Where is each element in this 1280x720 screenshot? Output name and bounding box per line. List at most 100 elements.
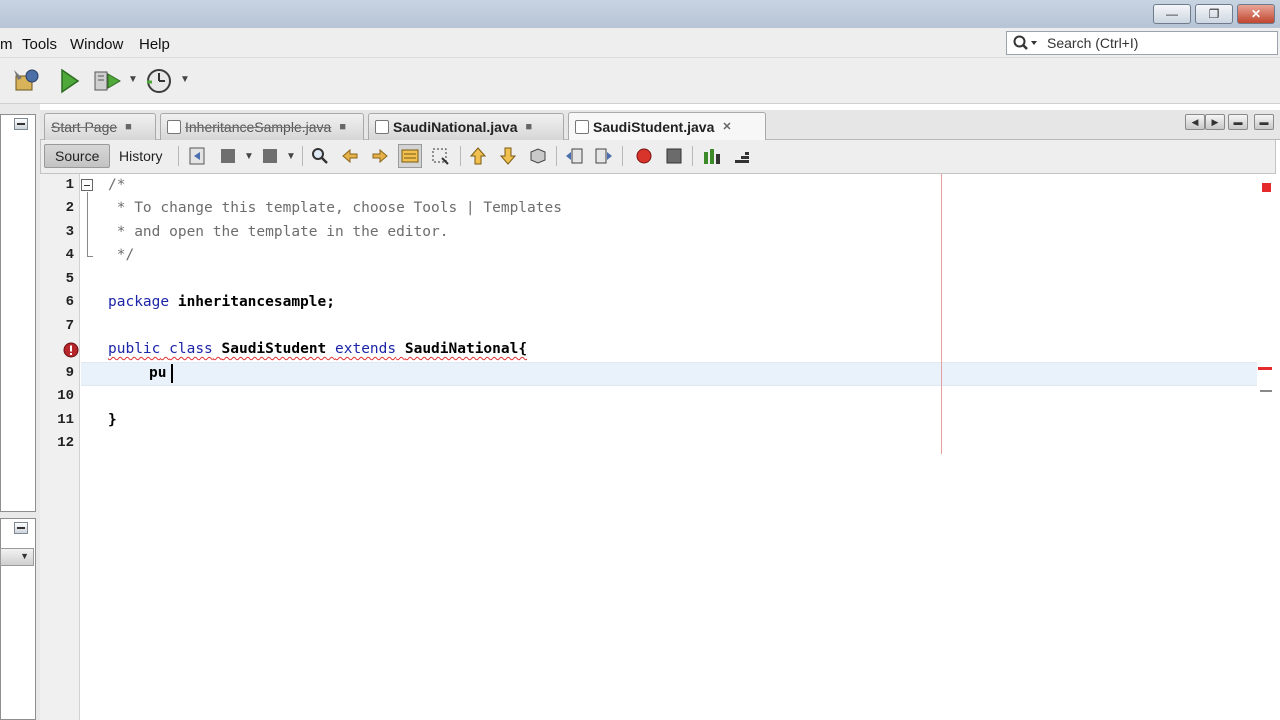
search-field[interactable]: Search (Ctrl+I): [1006, 31, 1278, 55]
navigator-dropdown[interactable]: ▼: [0, 548, 34, 566]
code-line-8: public class SaudiStudent extends SaudiN…: [108, 341, 527, 357]
line-number: 7: [65, 318, 74, 334]
tab-label: SaudiNational.java: [393, 119, 518, 135]
code-line-4: */: [108, 247, 135, 263]
profile-icon[interactable]: [144, 66, 174, 96]
tab-inheritance-sample[interactable]: InheritanceSample.java ■: [160, 113, 364, 140]
code-line-11: }: [108, 412, 117, 428]
uncomment-icon[interactable]: [730, 144, 754, 168]
tab-saudi-student[interactable]: SaudiStudent.java ✕: [568, 112, 766, 140]
debug-dropdown-icon[interactable]: ▼: [128, 74, 138, 85]
minimize-navigator-button[interactable]: [14, 522, 28, 534]
debug-icon[interactable]: [92, 66, 122, 96]
close-tab-icon[interactable]: ■: [339, 121, 346, 133]
close-tab-icon[interactable]: ■: [525, 121, 532, 133]
line-number: 5: [65, 271, 74, 287]
menu-item-window[interactable]: Window: [70, 36, 123, 53]
start-macro-recording-icon[interactable]: [632, 144, 656, 168]
tab-saudi-national[interactable]: SaudiNational.java ■: [368, 113, 564, 140]
forward-icon[interactable]: [258, 144, 282, 168]
line-number: 3: [65, 224, 74, 240]
line-number: 10: [57, 388, 74, 404]
toolbar-separator: [692, 146, 693, 166]
close-tab-icon[interactable]: ✕: [722, 120, 731, 133]
tab-label: Start Page: [51, 119, 118, 135]
search-icon: [1013, 35, 1037, 50]
line-number: 1: [65, 177, 74, 193]
line-number: 12: [57, 435, 74, 451]
fold-collapse-icon[interactable]: [81, 179, 93, 191]
main-toolbar: [0, 58, 1280, 104]
minimize-button[interactable]: —: [1153, 4, 1191, 24]
minimize-pane-button[interactable]: [14, 118, 28, 130]
arrow-right-icon: ▶: [1211, 116, 1219, 127]
code-line-9: pu: [149, 365, 167, 381]
restore-icon: ❐: [1208, 7, 1220, 21]
tab-label: InheritanceSample.java: [185, 119, 332, 135]
comment-icon[interactable]: [700, 144, 724, 168]
error-stripe-mark[interactable]: [1258, 367, 1272, 370]
keyword-extends: extends: [335, 341, 397, 357]
shift-line-left-icon[interactable]: [562, 144, 586, 168]
previous-bookmark-icon[interactable]: [466, 144, 490, 168]
menu-item-partial[interactable]: m: [0, 36, 13, 53]
package-name: inheritancesample;: [169, 294, 335, 310]
chevron-down-icon: ▼: [20, 551, 29, 561]
shift-line-right-icon[interactable]: [592, 144, 616, 168]
build-project-icon[interactable]: [10, 66, 40, 96]
find-selection-icon[interactable]: [308, 144, 332, 168]
next-bookmark-icon[interactable]: [496, 144, 520, 168]
restore-button[interactable]: ❐: [1195, 4, 1233, 24]
error-badge-icon[interactable]: [63, 342, 79, 358]
line-number: 4: [65, 247, 74, 263]
keyword-public: public: [108, 341, 161, 357]
code-editor[interactable]: [40, 174, 1276, 720]
minimize-icon: —: [1166, 7, 1178, 21]
scroll-tabs-right-button[interactable]: ▶: [1205, 114, 1225, 130]
class-name: SaudiStudent: [221, 341, 327, 357]
back-dropdown-icon[interactable]: ▼: [244, 151, 254, 162]
profile-dropdown-icon[interactable]: ▼: [180, 74, 190, 85]
stop-macro-recording-icon[interactable]: [662, 144, 686, 168]
source-view-button[interactable]: Source: [44, 144, 111, 168]
text-caret: [171, 364, 173, 383]
menu-item-tools[interactable]: Tools: [22, 36, 57, 53]
close-tab-icon[interactable]: ■: [125, 121, 132, 133]
window-icon: ▬: [1259, 117, 1269, 127]
find-next-icon[interactable]: [368, 144, 392, 168]
toolbar-separator: [178, 146, 179, 166]
code-line-3: * and open the template in the editor.: [108, 224, 449, 240]
scroll-tabs-left-button[interactable]: ◀: [1185, 114, 1205, 130]
java-file-icon: [167, 120, 181, 134]
error-summary-icon[interactable]: [1262, 183, 1271, 192]
line-number: 2: [65, 200, 74, 216]
keyword-class: class: [169, 341, 213, 357]
back-icon[interactable]: [216, 144, 240, 168]
tab-start-page[interactable]: Start Page ■: [44, 113, 156, 140]
forward-dropdown-icon[interactable]: ▼: [286, 151, 296, 162]
tab-label: SaudiStudent.java: [593, 118, 715, 135]
search-placeholder: Search (Ctrl+I): [1047, 35, 1139, 51]
find-previous-icon[interactable]: [338, 144, 362, 168]
toolbar-separator: [302, 146, 303, 166]
last-edit-icon[interactable]: [186, 144, 210, 168]
fold-end: [87, 256, 93, 257]
java-file-icon: [375, 120, 389, 134]
code-line-2: * To change this template, choose Tools …: [108, 200, 562, 216]
current-line-highlight: [81, 362, 1257, 386]
toolbar-separator: [460, 146, 461, 166]
show-opened-documents-button[interactable]: ▬: [1228, 114, 1248, 130]
list-icon: ▬: [1233, 117, 1243, 127]
fold-guide: [87, 192, 88, 256]
line-number: 6: [65, 294, 74, 310]
toggle-rectangular-selection-icon[interactable]: [428, 144, 452, 168]
run-icon[interactable]: [54, 66, 84, 96]
close-button[interactable]: ✕: [1237, 4, 1275, 24]
history-view-button[interactable]: History: [108, 144, 174, 168]
title-bar: — ❐ ✕: [0, 0, 1280, 28]
toggle-bookmark-icon[interactable]: [526, 144, 550, 168]
toggle-highlight-search-icon[interactable]: [398, 144, 422, 168]
line-number: 11: [57, 412, 74, 428]
maximize-editor-button[interactable]: ▬: [1254, 114, 1274, 130]
menu-item-help[interactable]: Help: [139, 36, 170, 53]
